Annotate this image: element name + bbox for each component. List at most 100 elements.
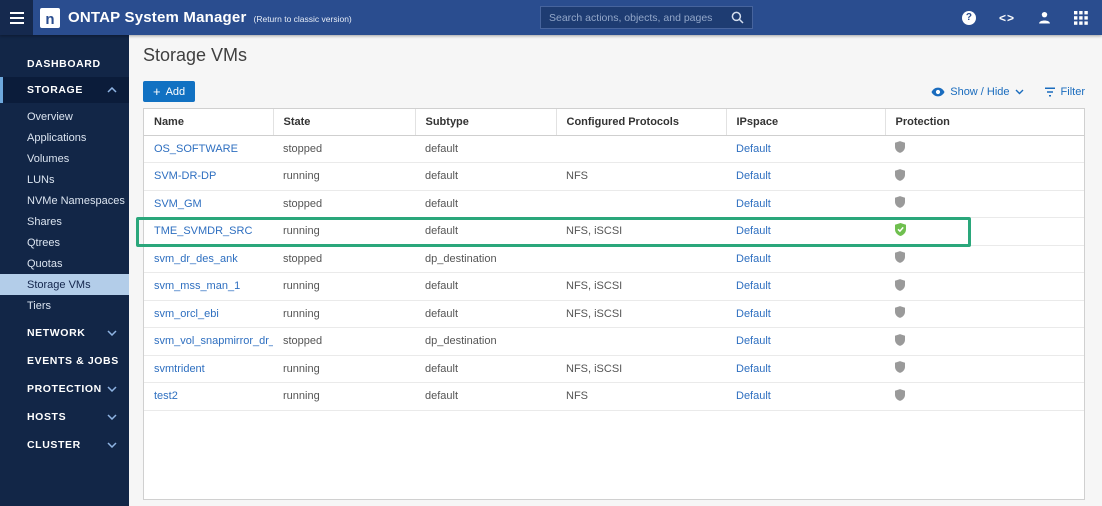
sidebar-item-storage-vms[interactable]: Storage VMs — [0, 274, 129, 295]
code-icon[interactable]: <> — [999, 11, 1015, 25]
sidebar-label: Storage VMs — [27, 278, 91, 291]
sidebar-item-luns[interactable]: LUNs — [0, 169, 129, 190]
state-text: stopped — [283, 335, 323, 348]
protection-shield-icon — [895, 306, 905, 319]
svm-name-link[interactable]: test2 — [154, 390, 178, 402]
sidebar-item-nvme-namespaces[interactable]: NVMe Namespaces — [0, 190, 129, 211]
svm-name-link[interactable]: svmtrident — [154, 363, 205, 375]
sidebar-label: NETWORK — [27, 327, 86, 339]
protection-shield-icon — [895, 278, 905, 291]
chevron-down-icon — [107, 386, 117, 392]
ipspace-link[interactable]: Default — [736, 363, 771, 375]
protocols-text: NFS, iSCSI — [566, 307, 623, 320]
table-header-row: Name State Subtype Configured Protocols IPsp… — [144, 109, 1084, 136]
show-hide-columns-button[interactable]: Show / Hide — [931, 86, 1024, 98]
sidebar-item-applications[interactable]: Applications — [0, 127, 129, 148]
apps-grid-icon[interactable] — [1074, 10, 1088, 25]
state-text: running — [283, 307, 320, 320]
add-button[interactable]: + Add — [143, 81, 196, 102]
protocols-text: NFS, iSCSI — [566, 225, 623, 238]
protection-shield-icon — [895, 141, 905, 154]
ipspace-link[interactable]: Default — [736, 225, 771, 237]
sidebar-section-dashboard[interactable]: DASHBOARD — [0, 51, 129, 77]
protocols-text: NFS, iSCSI — [566, 280, 623, 293]
column-header-protection[interactable]: Protection — [885, 109, 1084, 136]
sidebar-section-events-jobs[interactable]: EVENTS & JOBS — [0, 350, 129, 372]
show-hide-label: Show / Hide — [950, 86, 1010, 98]
sidebar-item-quotas[interactable]: Quotas — [0, 253, 129, 274]
sidebar-section-protection[interactable]: PROTECTION — [0, 378, 129, 400]
ipspace-link[interactable]: Default — [736, 335, 771, 347]
sidebar-item-volumes[interactable]: Volumes — [0, 148, 129, 169]
filter-icon — [1044, 87, 1055, 97]
help-icon[interactable]: ? — [961, 10, 976, 25]
svm-name-link[interactable]: TME_SVMDR_SRC — [154, 225, 252, 237]
ipspace-link[interactable]: Default — [736, 170, 771, 182]
filter-button[interactable]: Filter — [1044, 86, 1085, 98]
column-header-configured-protocols[interactable]: Configured Protocols — [556, 109, 727, 136]
subtype-text: default — [425, 362, 459, 375]
ipspace-link[interactable]: Default — [736, 308, 771, 320]
subtype-text: dp_destination — [425, 252, 497, 265]
table-row: SVM_GM stopped default Default — [144, 190, 1084, 218]
table-row: test2 running default NFS Default — [144, 382, 1084, 411]
sidebar-label: STORAGE — [27, 84, 83, 96]
svm-name-link[interactable]: OS_SOFTWARE — [154, 143, 238, 155]
ipspace-link[interactable]: Default — [736, 253, 771, 265]
sidebar-section-hosts[interactable]: HOSTS — [0, 406, 129, 428]
column-header-name[interactable]: Name — [144, 109, 274, 136]
sidebar-item-tiers[interactable]: Tiers — [0, 295, 129, 316]
protocols-text: NFS, iSCSI — [566, 362, 623, 375]
search-input[interactable] — [549, 11, 725, 24]
subtype-text: default — [425, 197, 459, 210]
global-search[interactable] — [540, 6, 753, 29]
user-icon[interactable] — [1038, 11, 1051, 24]
ipspace-link[interactable]: Default — [736, 198, 771, 210]
page-title: Storage VMs — [143, 45, 248, 65]
sidebar-label: DASHBOARD — [27, 58, 101, 70]
chevron-down-icon — [107, 442, 117, 448]
search-icon[interactable] — [731, 11, 744, 24]
return-to-classic-link[interactable]: (Return to classic version) — [254, 14, 352, 24]
table-row: svm_orcl_ebi running default NFS, iSCSI Defa… — [144, 300, 1084, 328]
state-text: running — [283, 280, 320, 293]
sidebar-section-storage[interactable]: STORAGE — [0, 77, 129, 103]
sidebar: DASHBOARD STORAGE Overview Applications Vol… — [0, 35, 129, 506]
svm-name-link[interactable]: svm_orcl_ebi — [154, 308, 219, 320]
sidebar-item-shares[interactable]: Shares — [0, 211, 129, 232]
ipspace-link[interactable]: Default — [736, 280, 771, 292]
ipspace-link[interactable]: Default — [736, 390, 771, 402]
sidebar-section-cluster[interactable]: CLUSTER — [0, 434, 129, 456]
sidebar-item-overview[interactable]: Overview — [0, 106, 129, 127]
sidebar-label: Overview — [27, 110, 73, 123]
svm-name-link[interactable]: svm_vol_snapmirror_dr_ank — [154, 335, 273, 347]
subtype-text: dp_destination — [425, 335, 497, 348]
column-header-ipspace[interactable]: IPspace — [726, 109, 886, 136]
table-row: OS_SOFTWARE stopped default Default — [144, 135, 1084, 163]
subtype-text: default — [425, 170, 459, 183]
svm-name-link[interactable]: SVM_GM — [154, 198, 202, 210]
protocols-text: NFS — [566, 390, 588, 403]
sidebar-label: LUNs — [27, 173, 55, 186]
column-header-state[interactable]: State — [273, 109, 416, 136]
brand: n ONTAP System Manager (Return to classi… — [40, 0, 352, 35]
svm-name-link[interactable]: svm_mss_man_1 — [154, 280, 240, 292]
svm-name-link[interactable]: svm_dr_des_ank — [154, 253, 238, 265]
protection-shield-icon — [895, 333, 905, 346]
state-text: running — [283, 390, 320, 403]
chevron-down-icon — [107, 330, 117, 336]
sidebar-label: Tiers — [27, 299, 52, 312]
svm-name-link[interactable]: SVM-DR-DP — [154, 170, 216, 182]
column-header-subtype[interactable]: Subtype — [415, 109, 557, 136]
sidebar-item-qtrees[interactable]: Qtrees — [0, 232, 129, 253]
sidebar-section-network[interactable]: NETWORK — [0, 322, 129, 344]
top-bar-icons: ? <> — [961, 0, 1088, 35]
ipspace-link[interactable]: Default — [736, 143, 771, 155]
storage-vms-table: Name State Subtype Configured Protocols IPsp… — [136, 108, 1085, 500]
state-text: stopped — [283, 197, 323, 210]
subtype-text: default — [425, 225, 459, 238]
hamburger-menu-button[interactable] — [0, 0, 33, 35]
chevron-down-icon — [1015, 89, 1024, 95]
state-text: running — [283, 362, 320, 375]
netapp-logo: n — [40, 7, 60, 28]
